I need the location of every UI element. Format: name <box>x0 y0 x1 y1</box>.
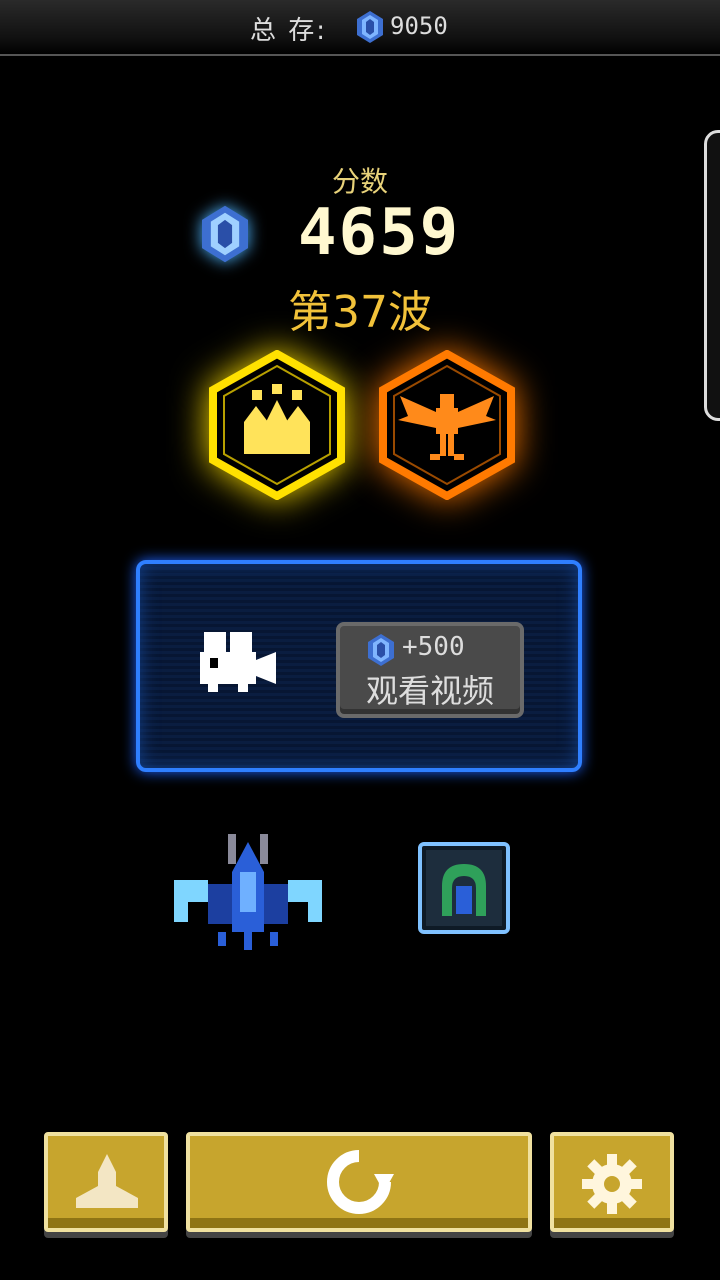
top-bar: 总 存: 9050 <box>0 0 720 56</box>
ship-select-icon <box>76 1154 138 1208</box>
settings-button[interactable] <box>550 1132 674 1232</box>
restart-button[interactable] <box>186 1132 532 1232</box>
ship-select-button[interactable] <box>44 1132 168 1232</box>
reward-gem-icon <box>368 634 394 666</box>
score-gem-icon <box>202 205 248 263</box>
watch-video-button[interactable]: +500 观看视频 <box>336 622 524 718</box>
gear-icon <box>582 1154 642 1214</box>
reward-amount: +500 <box>402 632 465 662</box>
total-gems-value: 9050 <box>390 12 448 40</box>
player-ship-icon[interactable] <box>168 832 328 952</box>
video-camera-icon <box>200 632 276 692</box>
video-offer-panel: +500 观看视频 <box>136 560 582 772</box>
watch-video-label: 观看视频 <box>365 672 494 710</box>
blue-gem-icon <box>357 11 383 43</box>
restart-icon <box>327 1150 394 1214</box>
phoenix-medal-icon <box>379 350 515 500</box>
score-label: 分数 <box>331 165 388 198</box>
shield-item-icon <box>442 864 486 916</box>
crown-medal-icon <box>209 350 345 500</box>
score-value: 4659 <box>298 196 461 270</box>
total-label: 总 存: <box>250 16 328 46</box>
equipped-item-slot[interactable] <box>418 842 510 934</box>
wave-label: 第37波 <box>288 287 432 338</box>
